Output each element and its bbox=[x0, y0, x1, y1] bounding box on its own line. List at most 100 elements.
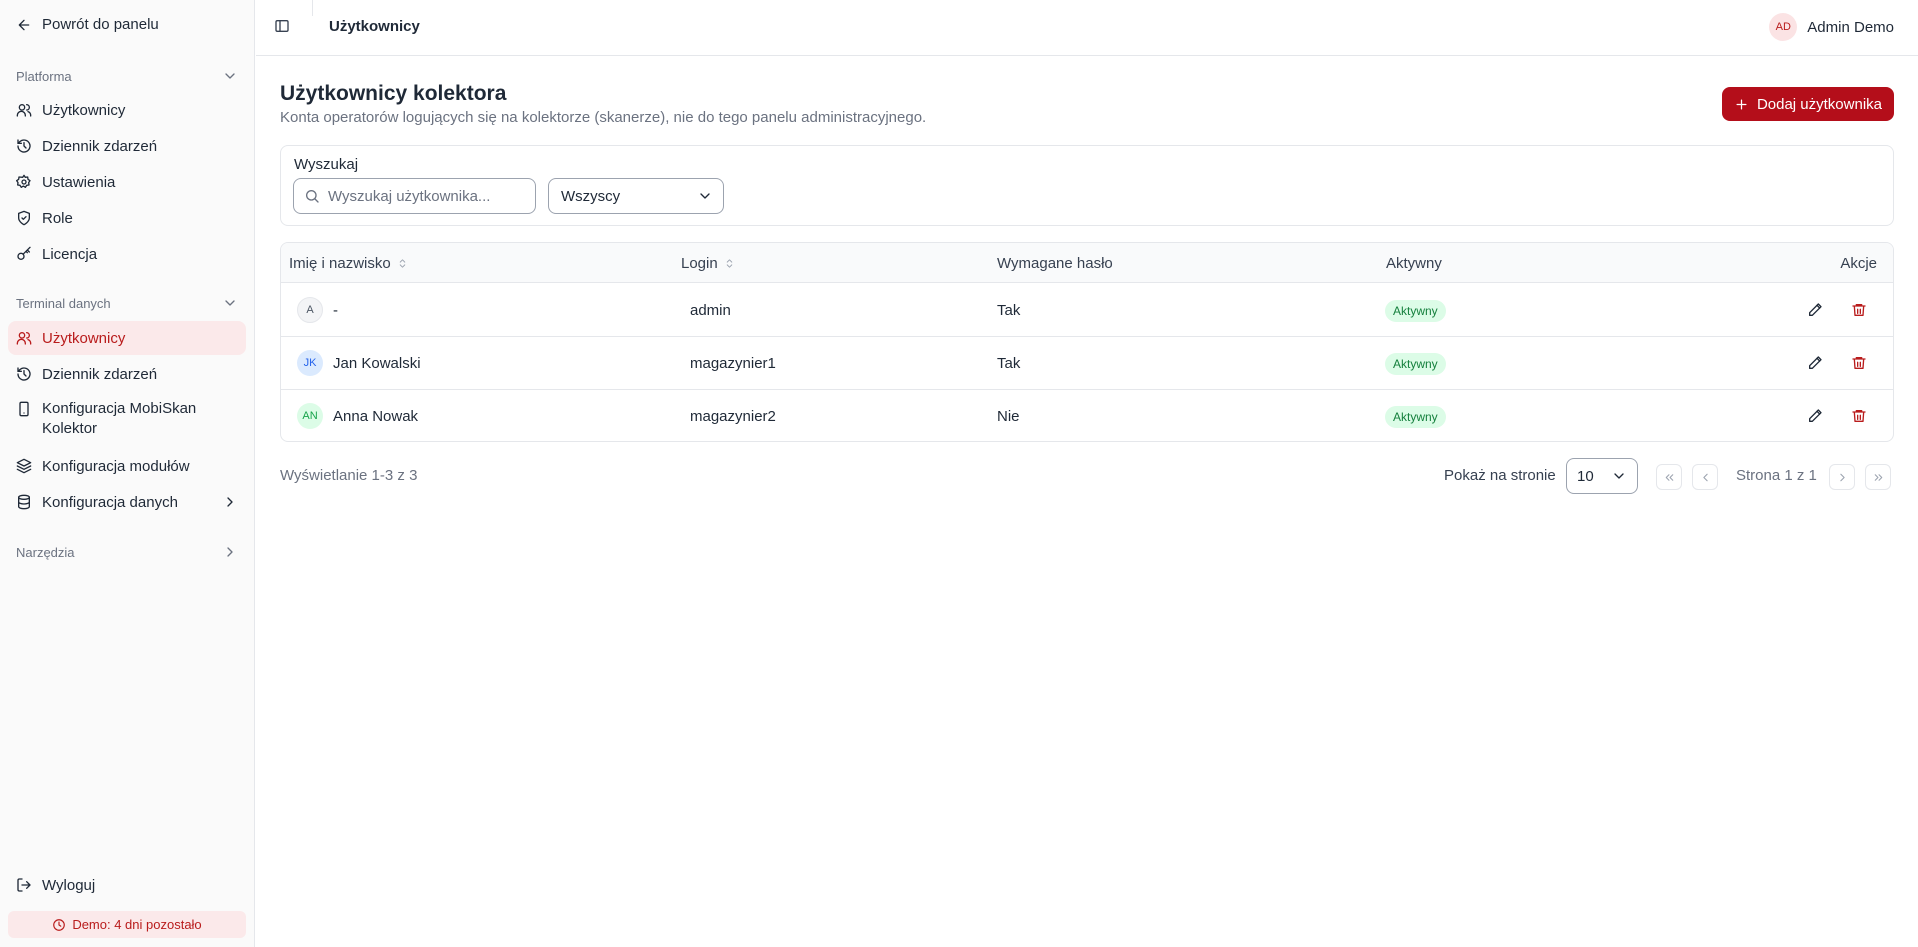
user-full-name: Anna Nowak bbox=[333, 407, 419, 425]
chevron-right-icon bbox=[222, 544, 238, 560]
logout-button[interactable]: Wyloguj bbox=[8, 868, 246, 902]
per-page-value: 10 bbox=[1577, 467, 1594, 485]
page-subtitle: Konta operatorów logujących się na kolek… bbox=[280, 109, 927, 126]
layers-icon bbox=[16, 458, 32, 474]
chevrons-left-icon bbox=[1663, 471, 1676, 484]
sidebar-toggle-icon[interactable] bbox=[274, 18, 290, 34]
chevron-down-icon bbox=[222, 295, 238, 311]
table-row: AN Anna Nowak magazynier2 Nie Aktywny bbox=[281, 390, 1893, 441]
sort-icon bbox=[397, 258, 408, 269]
password-required-cell: Tak bbox=[997, 302, 1021, 319]
database-icon bbox=[16, 494, 32, 510]
name-cell: A - bbox=[297, 297, 338, 323]
first-page-button[interactable] bbox=[1656, 464, 1682, 490]
user-menu[interactable]: AD Admin Demo bbox=[1769, 13, 1894, 41]
status-filter-value: Wszyscy bbox=[561, 187, 621, 205]
chevrons-right-icon bbox=[1872, 471, 1885, 484]
sidebar-item-license[interactable]: Licencja bbox=[8, 237, 246, 271]
page-indicator: Strona 1 z 1 bbox=[1736, 467, 1817, 484]
edit-icon[interactable] bbox=[1807, 355, 1823, 371]
search-label: Wyszukaj bbox=[294, 156, 359, 173]
back-to-panel-link[interactable]: Powrót do panelu bbox=[16, 16, 159, 33]
trash-icon[interactable] bbox=[1851, 355, 1867, 371]
user-name: Admin Demo bbox=[1807, 18, 1894, 36]
add-user-button[interactable]: Dodaj użytkownika bbox=[1721, 87, 1894, 121]
sidebar-item-label: Role bbox=[42, 209, 73, 227]
table-header: Imię i nazwisko Login Wymagane hasło Akt… bbox=[281, 243, 1893, 283]
group-header-platforma[interactable]: Platforma bbox=[16, 68, 238, 84]
sidebar-item-data-config[interactable]: Konfiguracja danych bbox=[8, 485, 246, 519]
sidebar-item-platform-users[interactable]: Użytkownicy bbox=[8, 93, 246, 127]
add-user-label: Dodaj użytkownika bbox=[1756, 95, 1882, 113]
group-header-tools[interactable]: Narzędzia bbox=[16, 544, 238, 560]
chevron-down-icon bbox=[1611, 468, 1627, 484]
sidebar-item-mobiskan-config[interactable]: Konfiguracja MobiSkan Kolektor bbox=[8, 394, 246, 438]
sidebar-item-settings[interactable]: Ustawienia bbox=[8, 165, 246, 199]
per-page-label: Pokaż na stronie bbox=[1444, 467, 1556, 484]
chevron-right-icon bbox=[1836, 471, 1849, 484]
sidebar-item-roles[interactable]: Role bbox=[8, 201, 246, 235]
column-header-name[interactable]: Imię i nazwisko bbox=[289, 255, 408, 272]
prev-page-button[interactable] bbox=[1692, 464, 1718, 490]
sidebar: Powrót do panelu Platforma Użytkownicy D… bbox=[0, 0, 255, 947]
demo-remaining-badge: Demo: 4 dni pozostało bbox=[8, 911, 246, 938]
avatar: JK bbox=[297, 350, 323, 376]
trash-icon[interactable] bbox=[1851, 408, 1867, 424]
user-full-name: - bbox=[333, 301, 338, 319]
edit-icon[interactable] bbox=[1807, 408, 1823, 424]
logout-icon bbox=[16, 877, 32, 893]
group-title: Platforma bbox=[16, 68, 72, 84]
page-title-top: Użytkownicy bbox=[329, 18, 420, 35]
sidebar-item-label: Licencja bbox=[42, 245, 98, 263]
next-page-button[interactable] bbox=[1829, 464, 1855, 490]
sidebar-item-label: Użytkownicy bbox=[42, 101, 126, 119]
last-page-button[interactable] bbox=[1865, 464, 1891, 490]
key-icon bbox=[16, 246, 32, 262]
per-page-select[interactable]: 10 bbox=[1566, 458, 1638, 494]
history-icon bbox=[16, 366, 32, 382]
search-input[interactable] bbox=[328, 187, 518, 205]
status-filter-select[interactable]: Wszyscy bbox=[548, 178, 724, 214]
history-icon bbox=[16, 138, 32, 154]
group-title: Terminal danych bbox=[16, 295, 111, 311]
group-title: Narzędzia bbox=[16, 544, 75, 560]
password-required-cell: Tak bbox=[997, 355, 1021, 372]
group-header-terminal[interactable]: Terminal danych bbox=[16, 295, 238, 311]
column-label: Login bbox=[681, 255, 718, 272]
status-badge: Aktywny bbox=[1385, 406, 1446, 428]
filter-card: Wyszukaj Wszyscy bbox=[280, 145, 1894, 226]
trash-icon[interactable] bbox=[1851, 302, 1867, 318]
search-box bbox=[293, 178, 536, 214]
column-header-password: Wymagane hasło bbox=[997, 255, 1113, 272]
sidebar-item-label: Konfiguracja danych bbox=[42, 493, 178, 511]
smartphone-icon bbox=[16, 401, 32, 417]
users-icon bbox=[16, 330, 32, 346]
sidebar-item-modules-config[interactable]: Konfiguracja modułów bbox=[8, 449, 246, 483]
chevron-left-icon bbox=[1699, 471, 1712, 484]
edit-icon[interactable] bbox=[1807, 302, 1823, 318]
sidebar-item-terminal-users[interactable]: Użytkownicy bbox=[8, 321, 246, 355]
back-link-label: Powrót do panelu bbox=[42, 16, 159, 33]
users-table: Imię i nazwisko Login Wymagane hasło Akt… bbox=[280, 242, 1894, 442]
sort-icon bbox=[724, 258, 735, 269]
column-header-login[interactable]: Login bbox=[681, 255, 735, 272]
sidebar-item-platform-event-log[interactable]: Dziennik zdarzeń bbox=[8, 129, 246, 163]
top-bar: Użytkownicy AD Admin Demo bbox=[256, 0, 1918, 56]
clock-icon bbox=[52, 918, 66, 932]
name-cell: JK Jan Kowalski bbox=[297, 350, 421, 376]
pagination-info: Wyświetlanie 1-3 z 3 bbox=[280, 467, 418, 484]
status-badge: Aktywny bbox=[1385, 353, 1446, 375]
status-badge: Aktywny bbox=[1385, 300, 1446, 322]
avatar: A bbox=[297, 297, 323, 323]
chevron-down-icon bbox=[222, 68, 238, 84]
sidebar-item-terminal-event-log[interactable]: Dziennik zdarzeń bbox=[8, 357, 246, 391]
page-title: Użytkownicy kolektora bbox=[280, 82, 507, 105]
gear-icon bbox=[16, 174, 32, 190]
column-label: Imię i nazwisko bbox=[289, 255, 391, 272]
sidebar-item-label: Dziennik zdarzeń bbox=[42, 137, 158, 155]
login-cell: magazynier2 bbox=[690, 408, 776, 425]
table-row: JK Jan Kowalski magazynier1 Tak Aktywny bbox=[281, 337, 1893, 390]
chevron-down-icon bbox=[697, 188, 713, 204]
divider bbox=[312, 0, 313, 16]
user-full-name: Jan Kowalski bbox=[333, 354, 421, 372]
